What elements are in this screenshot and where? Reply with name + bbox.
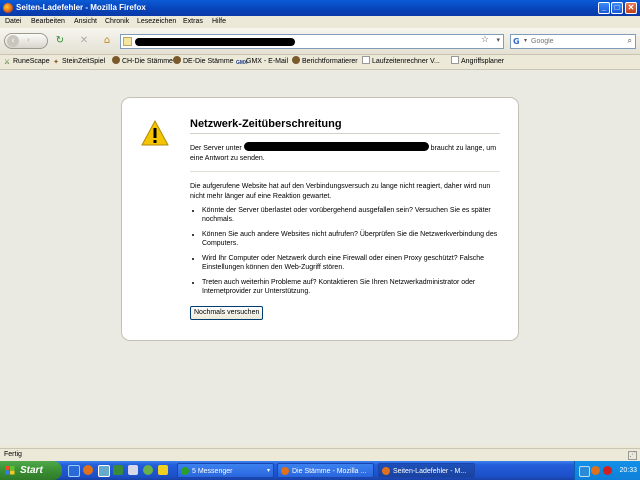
window-title: Seiten-Ladefehler - Mozilla Firefox: [16, 3, 146, 12]
warning-icon: [141, 120, 169, 146]
forward-icon[interactable]: ›: [27, 36, 30, 44]
firefox-icon: [3, 3, 13, 13]
bookmark-angriffsplaner[interactable]: Angriffsplaner: [451, 55, 504, 69]
taskbar: Start 5 Messenger ▾ Die Stämme - Mozilla…: [0, 461, 640, 480]
quicklaunch-desktop-icon[interactable]: [98, 465, 110, 477]
error-description: Der Server unter braucht zu lange, um ei…: [190, 142, 500, 164]
redacted-server: [243, 142, 429, 151]
task-messenger[interactable]: 5 Messenger ▾: [177, 463, 274, 478]
steinzeit-icon: ✦: [53, 59, 59, 66]
bookmark-laufzeitenrechner[interactable]: Laufzeitenrechner V...: [362, 55, 440, 69]
close-button[interactable]: ✕: [625, 2, 637, 14]
stop-icon[interactable]: ✕: [78, 35, 90, 47]
quicklaunch-ie-icon[interactable]: [68, 465, 80, 477]
url-dropdown-icon[interactable]: ▾: [496, 36, 500, 44]
task-seiten-ladefehler[interactable]: Seiten-Ladefehler - M...: [378, 463, 475, 478]
gmx-icon: GMX: [236, 60, 248, 66]
suggestion-item: Wird Ihr Computer oder Netzwerk durch ei…: [202, 254, 502, 272]
back-forward-buttons: ‹ ›: [4, 33, 48, 49]
reload-icon[interactable]: ↻: [54, 35, 66, 47]
firefox-icon: [281, 467, 289, 475]
url-bar[interactable]: ☆ ▾: [120, 34, 504, 49]
resize-grip-icon[interactable]: ⋰: [628, 451, 637, 460]
bookmark-runescape[interactable]: ⚔ RuneScape: [3, 55, 50, 69]
tribe-icon: [112, 56, 120, 64]
error-title: Netzwerk-Zeitüberschreitung: [190, 118, 500, 134]
home-icon[interactable]: ⌂: [101, 35, 113, 47]
system-tray: 20:33: [574, 461, 640, 480]
title-bar: Seiten-Ladefehler - Mozilla Firefox _ □ …: [0, 0, 640, 16]
suggestion-item: Könnte der Server überlastet oder vorübe…: [202, 206, 502, 224]
quicklaunch-app-icon[interactable]: [128, 465, 138, 475]
menu-chronik[interactable]: Chronik: [105, 16, 129, 28]
menu-datei[interactable]: Datei: [5, 16, 21, 28]
start-button[interactable]: Start: [0, 461, 62, 480]
bookmark-star-icon[interactable]: ☆: [481, 35, 489, 45]
retry-button[interactable]: Nochmals versuchen: [190, 306, 264, 320]
menu-bar: Datei Bearbeiten Ansicht Chronik Lesezei…: [0, 16, 640, 28]
navigation-bar: ‹ › ↻ ✕ ⌂ ☆ ▾ G ▾ ⌕: [0, 28, 640, 55]
suggestion-item: Können Sie auch andere Websites nicht au…: [202, 230, 502, 248]
error-paragraph: Die aufgerufene Website hat auf den Verb…: [190, 183, 491, 200]
back-icon[interactable]: ‹: [7, 35, 19, 47]
network-icon[interactable]: [579, 466, 590, 477]
quicklaunch-app-icon[interactable]: [113, 465, 123, 475]
menu-extras[interactable]: Extras: [183, 16, 203, 28]
error-box: Netzwerk-Zeitüberschreitung Der Server u…: [121, 97, 519, 341]
windows-flag-icon: [5, 466, 15, 475]
task-die-staemme[interactable]: Die Stämme - Mozilla ...: [277, 463, 374, 478]
menu-hilfe[interactable]: Hilfe: [212, 16, 226, 28]
tray-app-icon[interactable]: [591, 466, 600, 475]
divider: [190, 171, 500, 172]
runescape-icon: ⚔: [3, 59, 11, 66]
maximize-button[interactable]: □: [611, 2, 623, 14]
menu-bearbeiten[interactable]: Bearbeiten: [31, 16, 65, 28]
bookmark-steinzeitspiel[interactable]: ✦ SteinZeitSpiel: [52, 55, 105, 69]
bookmark-de-die-staemme[interactable]: DE-Die Stämme: [173, 55, 234, 69]
search-icon[interactable]: ⌕: [628, 36, 632, 46]
status-text: Fertig: [4, 451, 22, 458]
bookmark-ch-die-staemme[interactable]: CH-Die Stämme: [112, 55, 173, 69]
search-box[interactable]: G ▾ ⌕: [510, 34, 636, 49]
tribe-icon: [292, 56, 300, 64]
quicklaunch-app-icon[interactable]: [158, 465, 168, 475]
chevron-down-icon: ▾: [266, 468, 270, 474]
redacted-url: [135, 38, 295, 46]
clock: 20:33: [619, 467, 637, 474]
page-icon: [362, 56, 370, 64]
bookmark-gmx-email[interactable]: GMXGMX - E-Mail: [236, 55, 288, 69]
page-favicon: [123, 37, 132, 46]
firefox-icon: [382, 467, 390, 475]
bookmarks-toolbar: ⚔ RuneScape ✦ SteinZeitSpiel CH-Die Stämme…: [0, 55, 640, 70]
search-engine-dropdown-icon[interactable]: ▾: [524, 37, 527, 44]
page-content: Netzwerk-Zeitüberschreitung Der Server u…: [0, 70, 640, 445]
status-bar: Fertig ⋰: [0, 448, 640, 461]
tribe-icon: [173, 56, 181, 64]
quicklaunch-messenger-icon[interactable]: [143, 465, 153, 475]
menu-ansicht[interactable]: Ansicht: [74, 16, 97, 28]
bookmark-berichtformatierer[interactable]: Berichtformatierer: [292, 55, 358, 69]
search-input[interactable]: [531, 36, 621, 47]
page-icon: [451, 56, 459, 64]
menu-lesezeichen[interactable]: Lesezeichen: [137, 16, 176, 28]
suggestion-list: Könnte der Server überlastet oder vorübe…: [190, 206, 502, 302]
minimize-button[interactable]: _: [598, 2, 610, 14]
security-alert-icon[interactable]: [603, 466, 612, 475]
messenger-icon: [181, 467, 189, 475]
google-icon[interactable]: G: [513, 37, 522, 46]
quicklaunch-firefox-icon[interactable]: [83, 465, 93, 475]
suggestion-item: Treten auch weiterhin Probleme auf? Kont…: [202, 278, 502, 296]
